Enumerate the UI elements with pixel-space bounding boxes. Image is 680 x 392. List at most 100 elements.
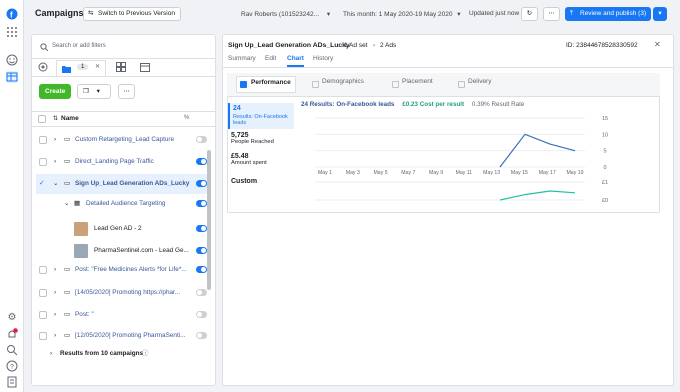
info-icon[interactable]: ⓘ (142, 344, 148, 364)
stat-results[interactable]: 24 Results: On-Facebook leads (228, 103, 294, 129)
chevron-down-icon[interactable]: ⌄ (64, 196, 69, 212)
subtab-placement[interactable]: Placement (392, 78, 433, 92)
create-button[interactable]: Create (39, 84, 72, 99)
calendar-tab-icon[interactable] (140, 62, 150, 74)
ad-thumbnail (74, 222, 88, 236)
account-selector[interactable]: Rav Roberts (101523242... ▾ (241, 10, 330, 18)
row-toggle[interactable] (196, 247, 207, 254)
chevron-down-icon[interactable]: ⌄ (53, 174, 58, 194)
search-icon[interactable] (6, 344, 18, 356)
row-label[interactable]: Sign Up_Lead Generation ADs_Lucky (75, 174, 189, 194)
subtab-performance[interactable]: Performance (236, 76, 296, 93)
stat-spent[interactable]: £5.48 Amount spent (231, 153, 267, 166)
row-checkbox[interactable] (39, 311, 47, 319)
tree-row-ad[interactable]: PharmaSentinel.com - Lead Ge... (36, 240, 211, 262)
chevron-down-icon: ▾ (658, 10, 662, 17)
grid-tab-icon[interactable] (116, 62, 126, 74)
breadcrumb-adset[interactable]: 1 Ad set (344, 42, 368, 49)
tree-row-campaign[interactable]: › ▭ Direct_Landing Page Traffic (36, 152, 211, 172)
results-footer[interactable]: › Results from 10 campaigns ⓘ (36, 344, 211, 364)
sort-icon[interactable]: ⇅ (53, 115, 58, 122)
gear-icon[interactable]: ⚙ (6, 312, 18, 324)
grid-menu-icon[interactable] (6, 26, 18, 38)
folder-icon: ▭ (64, 289, 71, 296)
tree-scrollbar[interactable] (207, 150, 211, 290)
tree-row-adset[interactable]: ⌄ ▦ Detailed Audience Targeting (36, 196, 211, 212)
tab-summary[interactable]: Summary (228, 55, 256, 67)
close-tab-icon[interactable]: ✕ (95, 63, 100, 70)
subtab-delivery[interactable]: Delivery (458, 78, 491, 92)
tab-chart[interactable]: Chart (287, 55, 304, 67)
breadcrumb-campaign[interactable]: Sign Up_Lead Generation ADs_Lucky (228, 42, 350, 49)
switch-version-button[interactable]: ⇆ Switch to Previous Version (83, 7, 181, 21)
chevron-right-icon[interactable]: › (54, 260, 56, 280)
folder-count-badge: 1 (77, 64, 89, 70)
breadcrumb-ads[interactable]: 2 Ads (380, 42, 396, 49)
chevron-right-icon[interactable]: › (50, 344, 52, 364)
row-label[interactable]: [12/05/2020] Promoting PharmaSenti... (75, 326, 185, 346)
tree-row-campaign[interactable]: › ▭ Post: "Free Medicines Alerts *for Li… (36, 260, 211, 280)
report-icon[interactable] (6, 376, 18, 388)
row-toggle[interactable] (196, 289, 207, 296)
row-toggle[interactable] (196, 332, 207, 339)
chevron-right-icon[interactable]: › (54, 152, 56, 172)
more-actions-button[interactable]: ⋯ (118, 84, 135, 99)
row-toggle[interactable] (196, 311, 207, 318)
chevron-right-icon[interactable]: › (54, 283, 56, 303)
stat-reach[interactable]: 5,725 People Reached (231, 132, 274, 145)
row-checkbox[interactable] (39, 136, 47, 144)
row-label[interactable]: Detailed Audience Targeting (86, 196, 165, 212)
row-toggle[interactable] (196, 200, 207, 207)
row-toggle[interactable] (196, 158, 207, 165)
notifications-icon[interactable] (6, 328, 18, 340)
tab-edit[interactable]: Edit (265, 55, 276, 67)
row-checkbox-checked[interactable]: ✓ (39, 174, 47, 187)
row-checkbox[interactable] (39, 158, 47, 166)
review-publish-button[interactable]: ⤒ Review and publish (3) (565, 7, 651, 21)
row-checkbox[interactable] (39, 289, 47, 297)
subtab-demographics[interactable]: Demographics (312, 78, 364, 92)
duplicate-button[interactable]: ❐ ▾ (77, 84, 111, 99)
row-label[interactable]: Post: "Free Medicines Alerts *for Life*.… (75, 260, 187, 280)
x-tick-label: May 13 (483, 170, 500, 176)
row-label[interactable]: Custom Retargeting_Lead Capture (75, 130, 174, 150)
select-all-checkbox[interactable] (38, 115, 46, 123)
date-range-selector[interactable]: This month: 1 May 2020-19 May 2020 ▾ (343, 10, 461, 18)
tree-row-campaign-selected[interactable]: ✓ ⌄ ▭ Sign Up_Lead Generation ADs_Lucky (36, 174, 211, 194)
row-toggle[interactable] (196, 136, 207, 143)
tree-row-campaign[interactable]: › ▭ [14/05/2020] Promoting https://phar.… (36, 283, 211, 303)
row-label[interactable]: PharmaSentinel.com - Lead Ge... (94, 240, 189, 262)
emoji-tab-icon[interactable] (38, 62, 48, 72)
close-icon[interactable]: ✕ (654, 40, 661, 49)
tree-row-ad[interactable]: Lead Gen AD - 2 (36, 218, 211, 240)
chevron-right-icon[interactable]: › (54, 130, 56, 150)
tree-row-campaign[interactable]: › ▭ [12/05/2020] Promoting PharmaSenti..… (36, 326, 211, 346)
chart-summary-line: 24 Results: On-Facebook leads £0.23 Cost… (301, 101, 524, 108)
row-label[interactable]: Lead Gen AD - 2 (94, 218, 142, 240)
stat-custom[interactable]: Custom (231, 178, 257, 185)
folder-tab[interactable]: 1 ✕ (56, 60, 106, 76)
row-toggle[interactable] (196, 266, 207, 273)
smiley-icon[interactable] (6, 54, 18, 66)
tree-row-campaign[interactable]: › ▭ Post: " (36, 305, 211, 325)
refresh-button[interactable]: ↻ (521, 7, 538, 21)
row-toggle[interactable] (196, 225, 207, 232)
folder-icon: ▭ (64, 136, 71, 143)
row-toggle[interactable] (196, 180, 207, 187)
row-label[interactable]: Post: " (75, 305, 94, 325)
row-label[interactable]: [14/05/2020] Promoting https://phar... (75, 283, 180, 303)
row-checkbox[interactable] (39, 266, 47, 274)
left-rail: f ⚙ ? (0, 0, 24, 392)
chevron-right-icon[interactable]: › (54, 326, 56, 346)
more-button[interactable]: ⋯ (543, 7, 560, 21)
row-checkbox[interactable] (39, 332, 47, 340)
help-icon[interactable]: ? (6, 360, 18, 372)
facebook-logo-icon[interactable]: f (6, 8, 18, 20)
search-bar[interactable]: Search or add filters (38, 40, 210, 54)
tab-history[interactable]: History (313, 55, 333, 67)
publish-menu-button[interactable]: ▾ (653, 7, 667, 21)
table-view-icon[interactable] (6, 71, 18, 83)
chevron-right-icon[interactable]: › (54, 305, 56, 325)
row-label[interactable]: Direct_Landing Page Traffic (75, 152, 154, 172)
tree-row-campaign[interactable]: › ▭ Custom Retargeting_Lead Capture (36, 130, 211, 150)
